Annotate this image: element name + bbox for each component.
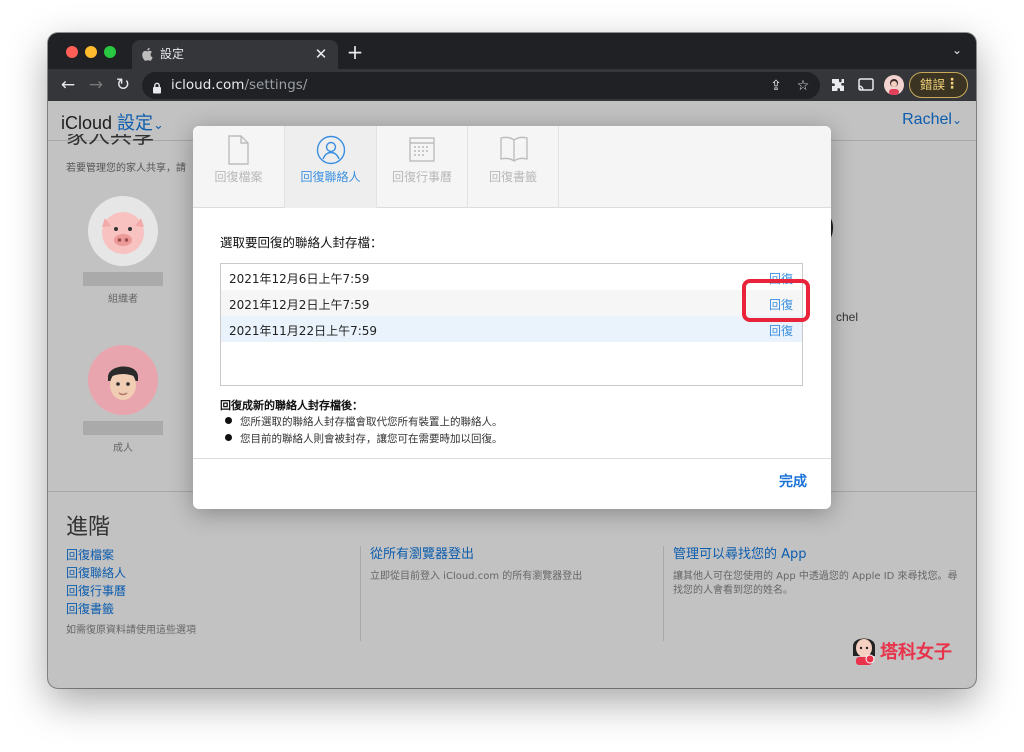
forward-button[interactable]: → [84, 73, 108, 97]
icloud-settings-page: iCloud 設定⌄ Rachel⌄ 家人共享 若要管理您的家人共享，請 組織者… [48, 101, 976, 688]
new-tab-button[interactable]: + [344, 41, 366, 63]
restore-calendars-link[interactable]: 回復行事曆 [66, 582, 336, 600]
findmy-apps-column: 管理可以尋找您的 App 讓其他人可在您使用的 App 中透過您的 Apple … [673, 546, 958, 598]
pig-avatar-icon [88, 196, 158, 266]
section-chevron-icon[interactable]: ⌄ [153, 117, 164, 132]
archive-row[interactable]: 2021年12月6日上午7:59 回復 [221, 264, 802, 290]
tab-label: 回復書籤 [488, 170, 537, 184]
member-role: 組織者 [108, 294, 138, 305]
column-divider [663, 546, 664, 641]
dialog-footer-divider [193, 458, 831, 459]
done-button[interactable]: 完成 [779, 471, 807, 491]
tab-search-chevron-icon[interactable]: ⌄ [950, 43, 964, 57]
close-tab-icon[interactable]: ✕ [312, 45, 330, 63]
lock-icon[interactable] [152, 79, 162, 94]
column-divider [360, 546, 361, 641]
family-member-name-partial: chel [836, 310, 859, 324]
browser-tab[interactable]: 設定 ✕ [132, 40, 338, 69]
cast-icon[interactable] [856, 75, 876, 95]
restore-contacts-link[interactable]: 回復聯絡人 [66, 564, 336, 582]
archive-date: 2021年12月2日上午7:59 [229, 298, 370, 312]
family-sharing-description: 若要管理您的家人共享，請 [66, 163, 186, 174]
tab-restore-files[interactable]: 回復檔案 [193, 126, 285, 208]
error-button-label: 錯誤 [920, 77, 946, 92]
reload-button[interactable]: ↻ [111, 73, 135, 97]
document-icon [228, 135, 249, 165]
signout-all-browsers-link[interactable]: 從所有瀏覽器登出 [370, 546, 640, 564]
watermark-text: 塔科女子 [880, 642, 952, 663]
annotation-highlight-box [742, 279, 810, 322]
archive-row[interactable]: 2021年12月2日上午7:59 回復 [221, 290, 802, 316]
tab-label: 回復行事曆 [391, 170, 452, 184]
tab-restore-contacts[interactable]: 回復聯絡人 [285, 126, 377, 208]
family-sharing-title: 家人共享 [66, 134, 155, 148]
tab-restore-bookmarks[interactable]: 回復書籤 [468, 126, 559, 208]
tab-title: 設定 [160, 47, 185, 61]
advanced-title: 進階 [66, 515, 111, 540]
url-text[interactable]: icloud.com/settings/ [171, 77, 307, 94]
user-name: Rachel [902, 111, 952, 128]
manage-findmy-apps-link[interactable]: 管理可以尋找您的 App [673, 546, 958, 564]
bookmark-star-icon[interactable]: ☆ [793, 76, 813, 96]
info-title: 回復成新的聯絡人封存檔後： [220, 399, 363, 412]
family-member-adult[interactable]: 成人 [83, 345, 163, 454]
tab-label: 回復聯絡人 [300, 170, 361, 184]
browser-toolbar: ← → ↻ icloud.com/settings/ ⇪ ☆ 錯誤 ⋮ [48, 69, 976, 101]
restore-tabs: 回復檔案 回復聯絡人 回復行事曆 回復書籤 [193, 126, 831, 208]
brand-name: iCloud [61, 113, 113, 133]
user-menu[interactable]: Rachel⌄ [902, 111, 962, 129]
restore-button[interactable]: 回復 [769, 322, 793, 339]
more-menu-icon[interactable]: ⋮ [945, 73, 959, 96]
bullet-dot-icon [225, 417, 232, 424]
user-chevron-icon: ⌄ [951, 113, 962, 127]
tab-restore-calendars[interactable]: 回復行事曆 [377, 126, 468, 208]
calendar-icon [409, 137, 435, 162]
signout-column: 從所有瀏覽器登出 立即從目前登入 iCloud.com 的所有瀏覽器登出 [370, 546, 640, 584]
memoji-avatar-icon [88, 345, 158, 415]
tab-bar: 設定 ✕ + ⌄ [48, 33, 976, 69]
bullet-dot-icon [225, 434, 232, 441]
contact-icon [316, 135, 346, 165]
signout-description: 立即從目前登入 iCloud.com 的所有瀏覽器登出 [370, 571, 583, 582]
browser-window: 設定 ✕ + ⌄ ← → ↻ icloud.com/settings/ ⇪ ☆ … [48, 33, 976, 688]
family-member-organizer[interactable]: 組織者 [83, 196, 163, 305]
restore-links-column: 回復檔案 回復聯絡人 回復行事曆 回復書籤 如需復原資料請使用這些選項 [66, 546, 336, 638]
contact-archive-list[interactable]: 2021年12月6日上午7:59 回復 2021年12月2日上午7:59 回復 … [220, 263, 803, 386]
back-button[interactable]: ← [56, 73, 80, 97]
profile-avatar[interactable] [884, 75, 904, 95]
restore-files-link[interactable]: 回復檔案 [66, 546, 336, 564]
apple-icon [141, 47, 153, 61]
bullet-text: 您目前的聯絡人則會被封存，讓您可在需要時加以回復。 [240, 433, 503, 445]
watermark-girl-icon [853, 638, 875, 665]
member-name-blurred [83, 272, 163, 286]
member-role: 成人 [113, 443, 133, 454]
member-name-blurred [83, 421, 163, 435]
error-button[interactable]: 錯誤 ⋮ [909, 72, 968, 98]
app-title[interactable]: iCloud 設定⌄ [61, 109, 164, 135]
book-icon [500, 136, 528, 162]
restore-contacts-dialog: 回復檔案 回復聯絡人 回復行事曆 回復書籤 選取要回復的聯絡人封存檔： 2021… [193, 126, 831, 509]
share-icon[interactable]: ⇪ [766, 76, 786, 96]
close-window-button[interactable] [66, 46, 78, 58]
dialog-prompt: 選取要回復的聯絡人封存檔： [220, 235, 383, 250]
findmy-apps-description: 讓其他人可在您使用的 App 中透過您的 Apple ID 來尋找您。尋找您的人… [673, 571, 958, 596]
archive-date: 2021年11月22日上午7:59 [229, 324, 378, 338]
section-title[interactable]: 設定 [117, 113, 153, 133]
watermark-logo: 塔科女子 [850, 633, 952, 667]
restore-links-note: 如需復原資料請使用這些選項 [66, 625, 196, 636]
archive-row[interactable]: 2021年11月22日上午7:59 回復 [221, 316, 802, 342]
zoom-window-button[interactable] [104, 46, 116, 58]
restore-bookmarks-link[interactable]: 回復書籤 [66, 600, 336, 618]
address-bar[interactable]: icloud.com/settings/ ⇪ ☆ [142, 72, 820, 99]
archive-date: 2021年12月6日上午7:59 [229, 272, 370, 286]
extensions-icon[interactable] [828, 75, 848, 95]
bullet-text: 您所選取的聯絡人封存檔會取代您所有裝置上的聯絡人。 [240, 416, 503, 428]
tab-label: 回復檔案 [214, 170, 263, 184]
minimize-window-button[interactable] [85, 46, 97, 58]
